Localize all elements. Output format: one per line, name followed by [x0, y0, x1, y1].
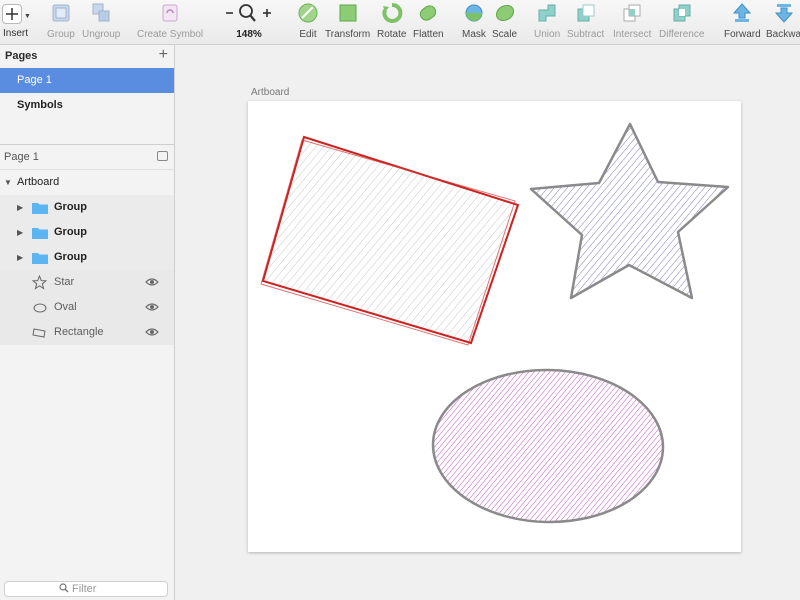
page-item-symbols[interactable]: Symbols	[0, 93, 174, 118]
pages-title: Pages	[5, 50, 38, 62]
folder-icon	[32, 228, 48, 239]
edit-button[interactable]: Edit	[297, 2, 319, 42]
intersect-icon	[623, 4, 641, 22]
insert-button[interactable]	[2, 4, 22, 24]
layer-row-star[interactable]: Star	[0, 270, 174, 295]
union-button[interactable]: Union	[534, 2, 560, 42]
ungroup-icon	[92, 3, 110, 22]
disclosure-expanded-icon[interactable]: ▼	[4, 170, 12, 195]
visibility-eye-icon[interactable]	[145, 302, 159, 312]
layer-row-oval[interactable]: Oval	[0, 295, 174, 320]
forward-label: Forward	[724, 29, 761, 40]
mask-button[interactable]: Mask	[462, 2, 486, 42]
scale-button[interactable]: Scale	[492, 2, 517, 42]
group-button[interactable]: Group	[47, 2, 75, 42]
sketch-app-window: ▼ Insert Group Ungroup Create Symbol 148…	[0, 0, 800, 600]
disclosure-collapsed-icon[interactable]: ▶	[17, 195, 23, 220]
ungroup-button[interactable]: Ungroup	[82, 2, 120, 42]
backward-label: Backwa	[766, 29, 800, 40]
rotate-icon	[382, 3, 403, 23]
layer-name: Rectangle	[54, 326, 104, 338]
page-item-label: Page 1	[17, 74, 52, 86]
difference-label: Difference	[659, 29, 705, 40]
scale-label: Scale	[492, 29, 518, 40]
visibility-eye-icon[interactable]	[145, 327, 159, 337]
layer-name: Artboard	[17, 176, 60, 188]
folder-icon	[32, 203, 48, 214]
subtract-icon	[577, 4, 595, 22]
layer-row-rectangle[interactable]: Rectangle	[0, 320, 174, 345]
intersect-label: Intersect	[613, 29, 652, 40]
artboard[interactable]	[248, 101, 741, 552]
folder-icon	[32, 253, 48, 264]
add-page-icon[interactable]: +	[159, 47, 168, 63]
intersect-button[interactable]: Intersect	[613, 2, 651, 42]
visibility-eye-icon[interactable]	[145, 277, 159, 287]
layer-row-group[interactable]: ▶ Group	[0, 245, 174, 270]
transform-button[interactable]: Transform	[325, 2, 370, 42]
subtract-label: Subtract	[567, 29, 605, 40]
difference-button[interactable]: Difference	[659, 2, 704, 42]
oval-outline-icon	[33, 303, 47, 313]
edit-label: Edit	[299, 29, 317, 40]
layer-name: Oval	[54, 301, 77, 313]
difference-icon	[673, 4, 691, 22]
layer-name: Group	[54, 251, 87, 263]
filter-input[interactable]: Filter	[4, 581, 168, 597]
filter-placeholder-wrap: Filter	[59, 583, 96, 595]
search-icon	[59, 583, 69, 593]
flatten-button[interactable]: Flatten	[413, 2, 444, 42]
create-symbol-label: Create Symbol	[137, 29, 204, 40]
current-page-label: Page 1	[4, 151, 39, 163]
page-item-page-1[interactable]: Page 1	[0, 68, 174, 93]
union-label: Union	[534, 29, 561, 40]
transform-icon	[339, 4, 357, 22]
backward-button[interactable]: Backwa	[766, 2, 800, 42]
group-label: Group	[47, 29, 75, 40]
scale-icon	[495, 4, 514, 22]
zoom-level: 148%	[236, 29, 262, 40]
insert-dropdown-caret[interactable]: ▼	[24, 13, 31, 20]
flatten-label: Flatten	[413, 29, 444, 40]
star-outline-icon	[32, 275, 47, 290]
transform-label: Transform	[325, 29, 371, 40]
disclosure-collapsed-icon[interactable]: ▶	[17, 220, 23, 245]
layer-name: Group	[54, 201, 87, 213]
rectangle-outline-icon	[32, 328, 46, 338]
artboard-title[interactable]: Artboard	[251, 87, 289, 98]
union-icon	[538, 4, 556, 22]
layers-sidebar: Pages + Page 1 Symbols Page 1 ▼ Artboard…	[0, 45, 175, 600]
filter-placeholder: Filter	[72, 583, 97, 595]
layer-name: Group	[54, 226, 87, 238]
plus-icon	[6, 8, 18, 20]
layer-row-group[interactable]: ▶ Group	[0, 220, 174, 245]
forward-button[interactable]: Forward	[724, 2, 761, 42]
zoom-control[interactable]: 148%	[224, 2, 274, 42]
pages-header: Pages +	[0, 45, 174, 67]
layer-row-artboard[interactable]: ▼ Artboard	[0, 170, 174, 195]
rotate-label: Rotate	[377, 29, 407, 40]
layer-row-group[interactable]: ▶ Group	[0, 195, 174, 220]
rotate-button[interactable]: Rotate	[377, 2, 406, 42]
create-symbol-button[interactable]: Create Symbol	[137, 2, 203, 42]
backward-arrow-icon	[774, 4, 793, 23]
symbol-icon	[162, 4, 178, 22]
zoom-icon	[226, 4, 271, 22]
insert-label: Insert	[3, 28, 29, 39]
layers-header: Page 1	[0, 145, 174, 170]
mask-icon	[465, 4, 483, 22]
collapse-pages-icon[interactable]	[157, 151, 168, 161]
flatten-icon	[420, 5, 437, 21]
edit-icon	[298, 3, 318, 23]
layer-name: Star	[54, 276, 75, 288]
disclosure-collapsed-icon[interactable]: ▶	[17, 245, 23, 270]
pages-list-footer	[0, 118, 174, 145]
page-item-label: Symbols	[17, 99, 63, 111]
ungroup-label: Ungroup	[82, 29, 121, 40]
group-icon	[52, 4, 70, 22]
subtract-button[interactable]: Subtract	[567, 2, 604, 42]
toolbar: ▼ Insert Group Ungroup Create Symbol 148…	[0, 0, 800, 45]
mask-label: Mask	[462, 29, 486, 40]
forward-arrow-icon	[733, 3, 752, 22]
